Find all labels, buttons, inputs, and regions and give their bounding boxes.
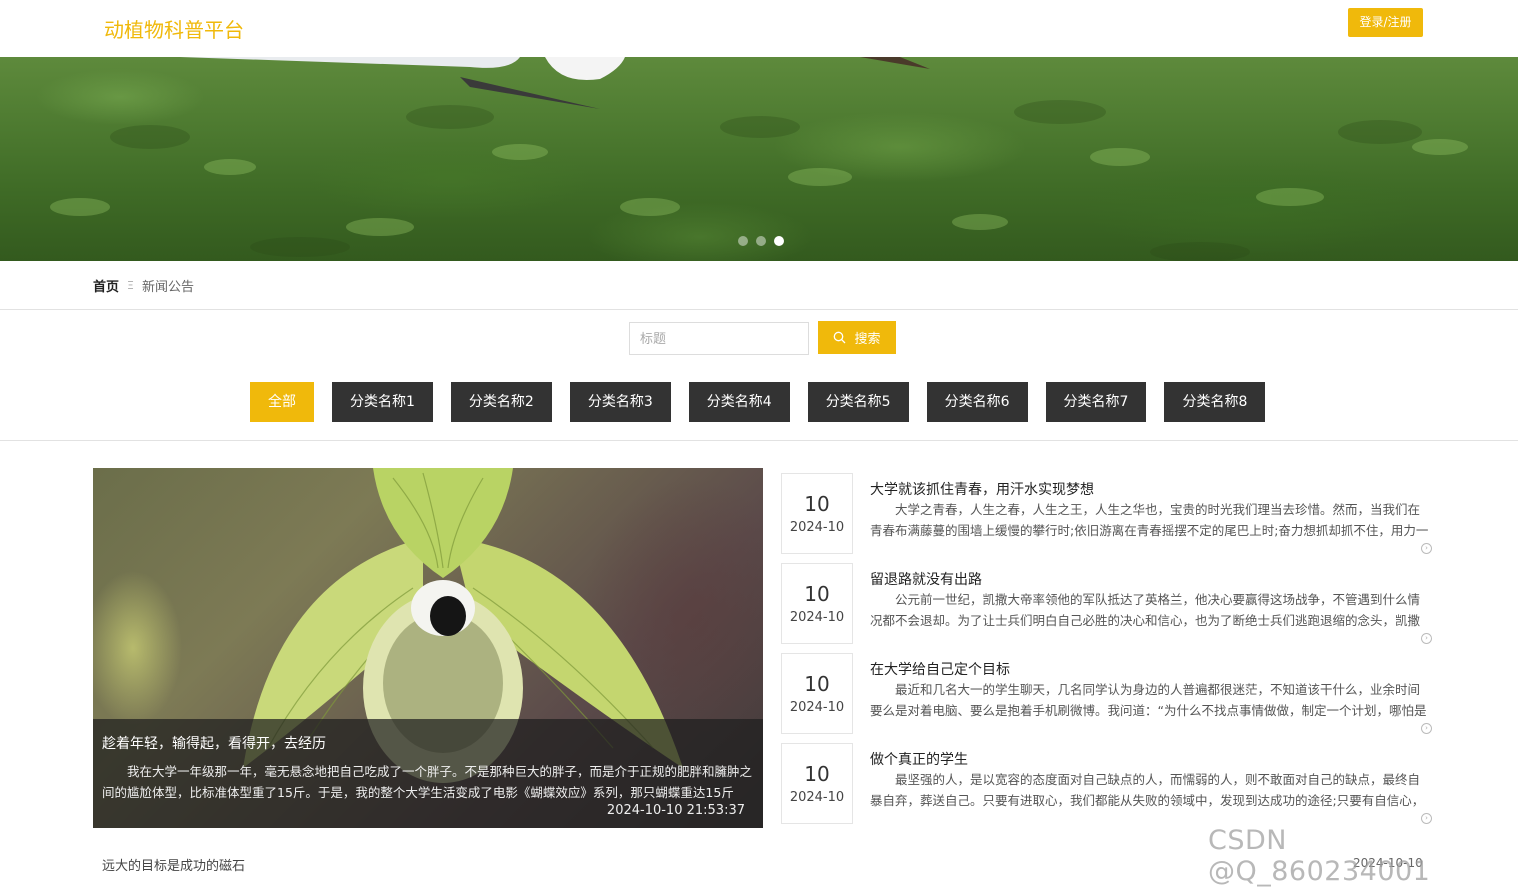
- featured-desc: 我在大学一年级那一年，毫无悬念地把自己吃成了一个胖子。不是那种巨大的胖子，而是介…: [102, 764, 753, 800]
- category-tab[interactable]: 分类名称6: [926, 382, 1028, 422]
- news-title[interactable]: 在大学给自己定个目标: [870, 659, 1010, 679]
- featured-caption: 趁着年轻，输得起，看得开，去经历 我在大学一年级那一年，毫无悬念地把自己吃成了一…: [93, 719, 763, 828]
- category-tab[interactable]: 分类名称2: [450, 382, 552, 422]
- news-item[interactable]: 10 2024-10 在大学给自己定个目标 最近和几名大一的学生聊天，几名同学认…: [781, 653, 1432, 735]
- carousel-dot-1[interactable]: [738, 236, 748, 246]
- news-item[interactable]: 10 2024-10 做个真正的学生 最坚强的人，是以宽容的态度面对自己缺点的人…: [781, 743, 1432, 825]
- carousel-dots: [738, 236, 784, 246]
- date-box: 10 2024-10: [781, 743, 853, 824]
- category-tab[interactable]: 分类名称8: [1164, 382, 1266, 422]
- featured-news-card[interactable]: 趁着年轻，输得起，看得开，去经历 我在大学一年级那一年，毫无悬念地把自己吃成了一…: [93, 468, 763, 828]
- news-title[interactable]: 远大的目标是成功的磁石: [102, 855, 245, 874]
- arrow-right-circle-icon[interactable]: ›: [1421, 633, 1432, 644]
- arrow-right-circle-icon[interactable]: ›: [1421, 543, 1432, 554]
- search-button[interactable]: 搜索: [818, 321, 896, 354]
- category-tab[interactable]: 分类名称4: [688, 382, 790, 422]
- breadcrumb: 首页 Ξ 新闻公告: [93, 276, 194, 295]
- divider: [0, 309, 1518, 310]
- carousel-dot-3[interactable]: [774, 236, 784, 246]
- arrow-right-circle-icon[interactable]: ›: [1421, 723, 1432, 734]
- date-year-month: 2024-10: [789, 520, 845, 535]
- breadcrumb-current: 新闻公告: [141, 280, 194, 295]
- watermark: CSDN @Q_860234001: [1208, 825, 1431, 887]
- arrow-right-circle-icon[interactable]: ›: [1421, 813, 1432, 824]
- breadcrumb-separator-icon: Ξ: [127, 279, 134, 292]
- date-year-month: 2024-10: [789, 790, 845, 805]
- banner-image: [50, 57, 1468, 261]
- date-day: 10: [804, 492, 830, 516]
- carousel-dot-2[interactable]: [756, 236, 766, 246]
- category-tab[interactable]: 分类名称7: [1045, 382, 1147, 422]
- news-title[interactable]: 大学就该抓住青春，用汗水实现梦想: [870, 479, 1094, 499]
- date-box: 10 2024-10: [781, 473, 853, 554]
- category-tab[interactable]: 分类名称1: [332, 382, 433, 422]
- date-year-month: 2024-10: [789, 610, 845, 625]
- date-day: 10: [804, 582, 830, 606]
- search-button-label: 搜索: [854, 332, 881, 347]
- breadcrumb-home[interactable]: 首页: [93, 276, 119, 295]
- divider: [0, 440, 1518, 441]
- search-input[interactable]: [629, 322, 809, 355]
- news-title[interactable]: 做个真正的学生: [870, 749, 968, 769]
- featured-date: 2024-10-10 21:53:37: [606, 803, 745, 818]
- category-tab[interactable]: 分类名称3: [569, 382, 671, 422]
- date-day: 10: [804, 762, 830, 786]
- banner-carousel[interactable]: [0, 57, 1518, 261]
- news-desc: 公元前一世纪，凯撒大帝率领他的军队抵达了英格兰，他决心要赢得这场战争，不管遇到什…: [870, 592, 1421, 628]
- news-desc: 大学之青春，人生之春，人生之王，人生之华也，宝贵的时光我们理当去珍惜。然而，当我…: [870, 502, 1429, 538]
- date-box: 10 2024-10: [781, 653, 853, 734]
- site-title[interactable]: 动植物科普平台: [104, 14, 244, 43]
- category-tab[interactable]: 分类名称5: [807, 382, 909, 422]
- login-register-button[interactable]: 登录/注册: [1348, 8, 1423, 37]
- news-item[interactable]: 10 2024-10 留退路就没有出路 公元前一世纪，凯撒大帝率领他的军队抵达了…: [781, 563, 1432, 645]
- date-year-month: 2024-10: [789, 700, 845, 715]
- category-all[interactable]: 全部: [250, 382, 314, 422]
- date-day: 10: [804, 672, 830, 696]
- news-title[interactable]: 留退路就没有出路: [870, 569, 982, 589]
- header: 动植物科普平台 登录/注册: [0, 0, 1518, 57]
- category-tabs: 全部 分类名称1 分类名称2 分类名称3 分类名称4 分类名称5 分类名称6 分…: [250, 382, 1266, 422]
- news-desc: 最近和几名大一的学生聊天，几名同学认为身边的人普遍都很迷茫，不知道该干什么，业余…: [870, 682, 1427, 718]
- date-box: 10 2024-10: [781, 563, 853, 644]
- search-icon: [834, 331, 846, 344]
- news-desc: 最坚强的人，是以宽容的态度面对自己缺点的人，而懦弱的人，则不敢面对自己的缺点，最…: [870, 772, 1425, 808]
- news-item[interactable]: 10 2024-10 大学就该抓住青春，用汗水实现梦想 大学之青春，人生之春，人…: [781, 473, 1432, 555]
- featured-title[interactable]: 趁着年轻，输得起，看得开，去经历: [102, 733, 754, 753]
